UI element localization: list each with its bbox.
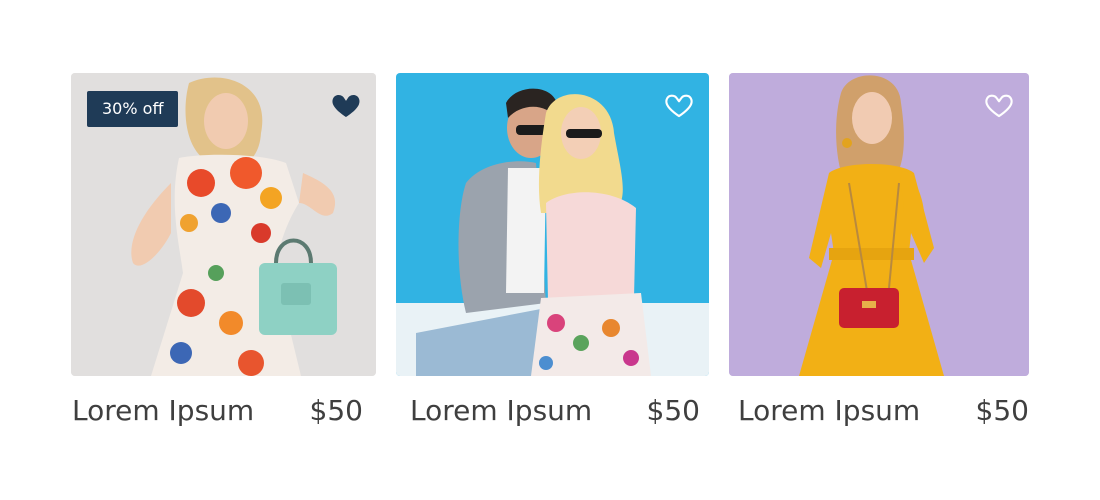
product-name[interactable]: Lorem Ipsum — [72, 394, 254, 427]
product-card-3[interactable]: Lorem Ipsum $50 — [729, 73, 1029, 427]
product-image[interactable] — [729, 73, 1029, 376]
product-image[interactable]: 30% off — [71, 73, 376, 376]
product-price: $50 — [975, 394, 1029, 427]
product-card-1[interactable]: 30% off Lorem Ipsum $50 — [71, 73, 376, 427]
product-name[interactable]: Lorem Ipsum — [738, 394, 920, 427]
product-price: $50 — [309, 394, 363, 427]
discount-badge: 30% off — [87, 91, 179, 127]
product-info: Lorem Ipsum $50 — [410, 394, 700, 427]
product-info: Lorem Ipsum $50 — [738, 394, 1029, 427]
product-name[interactable]: Lorem Ipsum — [410, 394, 592, 427]
product-image[interactable] — [396, 73, 709, 376]
heart-filled-icon[interactable] — [330, 89, 362, 121]
product-info: Lorem Ipsum $50 — [72, 394, 363, 427]
heart-outline-icon[interactable] — [663, 89, 695, 121]
heart-outline-icon[interactable] — [983, 89, 1015, 121]
product-price: $50 — [646, 394, 700, 427]
product-card-2[interactable]: Lorem Ipsum $50 — [396, 73, 709, 427]
